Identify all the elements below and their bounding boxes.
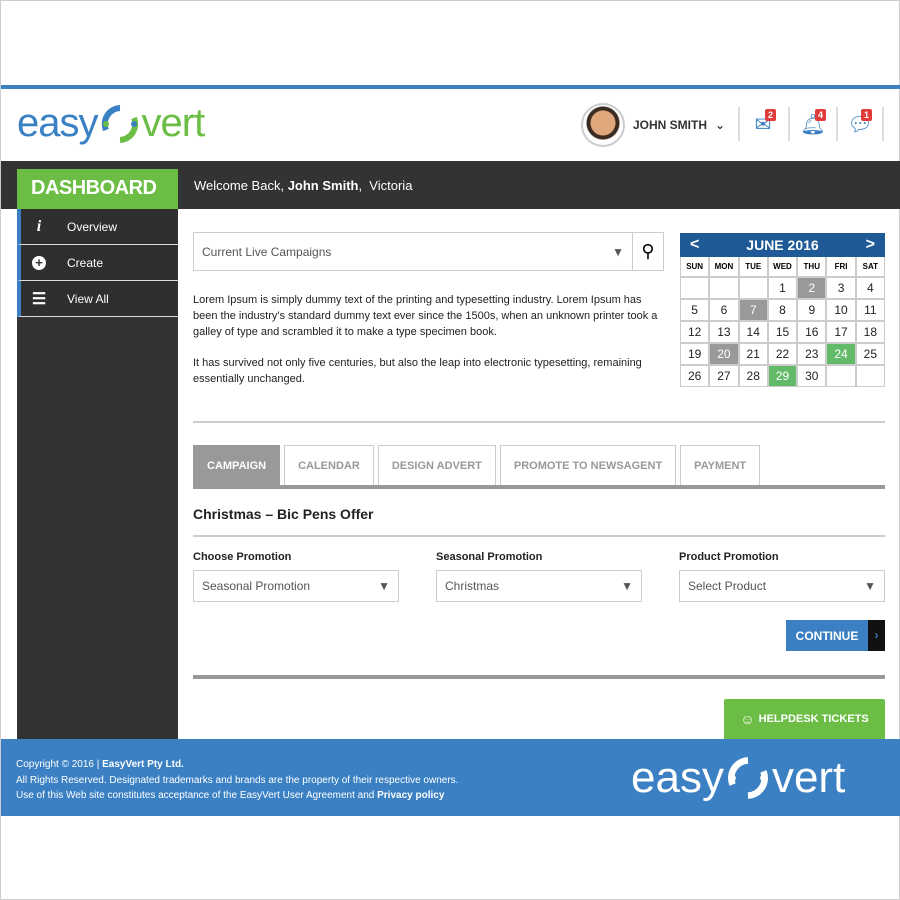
intro-paragraph-2: It has survived not only five centuries,… <box>193 357 642 385</box>
calendar: < JUNE 2016 > SUN MON TUE WED THU FRI SAT 1 2 3 4 5 6 7… <box>680 233 885 387</box>
continue-button[interactable]: CONTINUE › <box>786 620 885 651</box>
chevron-right-icon: › <box>868 620 885 651</box>
tab-payment[interactable]: PAYMENT <box>680 445 761 485</box>
choose-promotion-select[interactable]: Seasonal Promotion ▼ <box>193 570 399 602</box>
caret-down-icon: ▼ <box>612 244 624 259</box>
dashboard-title: DASHBOARD <box>17 169 178 209</box>
calendar-day[interactable]: 4 <box>856 278 884 298</box>
product-promotion-select[interactable]: Select Product ▼ <box>679 570 885 602</box>
calendar-day[interactable]: 1 <box>768 278 797 298</box>
tab-design-advert[interactable]: DESIGN ADVERT <box>377 445 496 485</box>
day-name: SAT <box>856 257 884 276</box>
calendar-day[interactable]: 3 <box>827 278 855 298</box>
privacy-policy-link[interactable]: Privacy policy <box>377 790 444 801</box>
day-name: SUN <box>681 257 709 276</box>
intro-paragraph: Lorem Ipsum is simply dummy text of the … <box>193 294 658 338</box>
chat-button[interactable]: 💬︎ 1 <box>836 107 884 141</box>
calendar-empty-cell <box>739 278 767 298</box>
welcome-message: Welcome Back, John Smith, Victoria <box>194 178 413 193</box>
calendar-day[interactable]: 17 <box>827 322 855 342</box>
calendar-day[interactable]: 18 <box>856 322 884 342</box>
tab-promote-to-newsagent[interactable]: PROMOTE TO NEWSAGENT <box>499 445 677 485</box>
search-icon: ⚲ <box>641 241 655 261</box>
divider <box>193 421 885 423</box>
calendar-day[interactable]: 6 <box>710 300 738 320</box>
logo-arrows-icon <box>101 104 138 143</box>
calendar-day[interactable]: 11 <box>856 300 884 320</box>
user-menu[interactable]: JOHN SMITH ⌄ <box>581 103 725 147</box>
calendar-day[interactable]: 29 <box>768 366 797 386</box>
caret-down-icon: ▼ <box>621 579 633 593</box>
next-month-button[interactable]: > <box>856 236 885 254</box>
campaign-select[interactable]: Current Live Campaigns ▼ <box>193 232 633 271</box>
footer-logo: easy vert <box>631 753 846 802</box>
calendar-day[interactable]: 10 <box>827 300 855 320</box>
divider <box>193 675 885 679</box>
calendar-grid: SUN MON TUE WED THU FRI SAT 1 2 3 4 5 6 7 8 9 10 11 12 13 14… <box>680 257 885 387</box>
calendar-day[interactable]: 21 <box>739 344 767 364</box>
calendar-day[interactable]: 8 <box>768 300 797 320</box>
calendar-day[interactable]: 20 <box>710 344 738 364</box>
calendar-empty-cell <box>710 278 738 298</box>
calendar-day[interactable]: 24 <box>827 344 855 364</box>
calendar-day[interactable]: 15 <box>768 322 797 342</box>
calendar-empty-cell <box>681 278 709 298</box>
calendar-day[interactable]: 28 <box>739 366 767 386</box>
chevron-down-icon: ⌄ <box>715 118 726 132</box>
logo-arrows-icon <box>727 757 768 799</box>
messages-button[interactable]: ✉ 2 <box>738 107 786 141</box>
list-icon: ☰ <box>31 290 47 308</box>
calendar-day[interactable]: 23 <box>798 344 826 364</box>
calendar-day[interactable]: 16 <box>798 322 826 342</box>
calendar-day[interactable]: 2 <box>798 278 826 298</box>
tab-calendar[interactable]: CALENDAR <box>284 445 374 485</box>
tab-bar: CAMPAIGN CALENDAR DESIGN ADVERT PROMOTE TO … <box>193 445 761 485</box>
prev-month-button[interactable]: < <box>680 236 709 254</box>
helpdesk-tickets-button[interactable]: ☺ HELPDESK TICKETS <box>724 699 885 739</box>
divider <box>193 535 885 537</box>
calendar-day[interactable]: 5 <box>681 300 709 320</box>
caret-down-icon: ▼ <box>378 579 390 593</box>
day-name: TUE <box>739 257 767 276</box>
footer-text: Copyright © 2016 | EasyVert Pty Ltd. All… <box>16 759 459 801</box>
day-name: FRI <box>827 257 855 276</box>
seasonal-promotion-select[interactable]: Christmas ▼ <box>436 570 642 602</box>
calendar-empty-cell <box>856 366 884 386</box>
sidebar-item-overview[interactable]: i Overview <box>17 209 178 245</box>
tab-campaign[interactable]: CAMPAIGN <box>193 445 281 485</box>
search-button[interactable]: ⚲ <box>632 232 664 271</box>
sidebar-item-create[interactable]: + Create <box>17 245 178 281</box>
calendar-day[interactable]: 14 <box>739 322 767 342</box>
info-icon: i <box>36 217 42 235</box>
campaign-title: Christmas – Bic Pens Offer <box>193 506 374 522</box>
plus-circle-icon: + <box>31 255 47 270</box>
logo[interactable]: easy vert <box>17 101 205 146</box>
top-accent-line <box>1 85 900 89</box>
choose-promotion-label: Choose Promotion <box>193 551 292 563</box>
day-name: THU <box>798 257 826 276</box>
product-promotion-label: Product Promotion <box>679 551 779 563</box>
tab-underline <box>193 485 885 489</box>
calendar-day[interactable]: 30 <box>798 366 826 386</box>
calendar-day[interactable]: 19 <box>681 344 709 364</box>
calendar-title: JUNE 2016 <box>746 237 819 253</box>
notifications-button[interactable]: 🔔︎ 4 <box>788 107 836 141</box>
day-name: MON <box>710 257 738 276</box>
calendar-day[interactable]: 13 <box>710 322 738 342</box>
calendar-day[interactable]: 7 <box>739 300 767 320</box>
calendar-empty-cell <box>827 366 855 386</box>
calendar-day[interactable]: 22 <box>768 344 797 364</box>
sidebar-item-view-all[interactable]: ☰ View All <box>17 281 178 317</box>
day-name: WED <box>768 257 797 276</box>
calendar-day[interactable]: 12 <box>681 322 709 342</box>
seasonal-promotion-label: Seasonal Promotion <box>436 551 543 563</box>
caret-down-icon: ▼ <box>864 579 876 593</box>
calendar-day[interactable]: 26 <box>681 366 709 386</box>
avatar <box>581 103 625 147</box>
support-agent-icon: ☺ <box>740 711 755 727</box>
sidebar: i Overview + Create ☰ View All <box>17 209 178 739</box>
calendar-day[interactable]: 27 <box>710 366 738 386</box>
calendar-day[interactable]: 9 <box>798 300 826 320</box>
calendar-day[interactable]: 25 <box>856 344 884 364</box>
